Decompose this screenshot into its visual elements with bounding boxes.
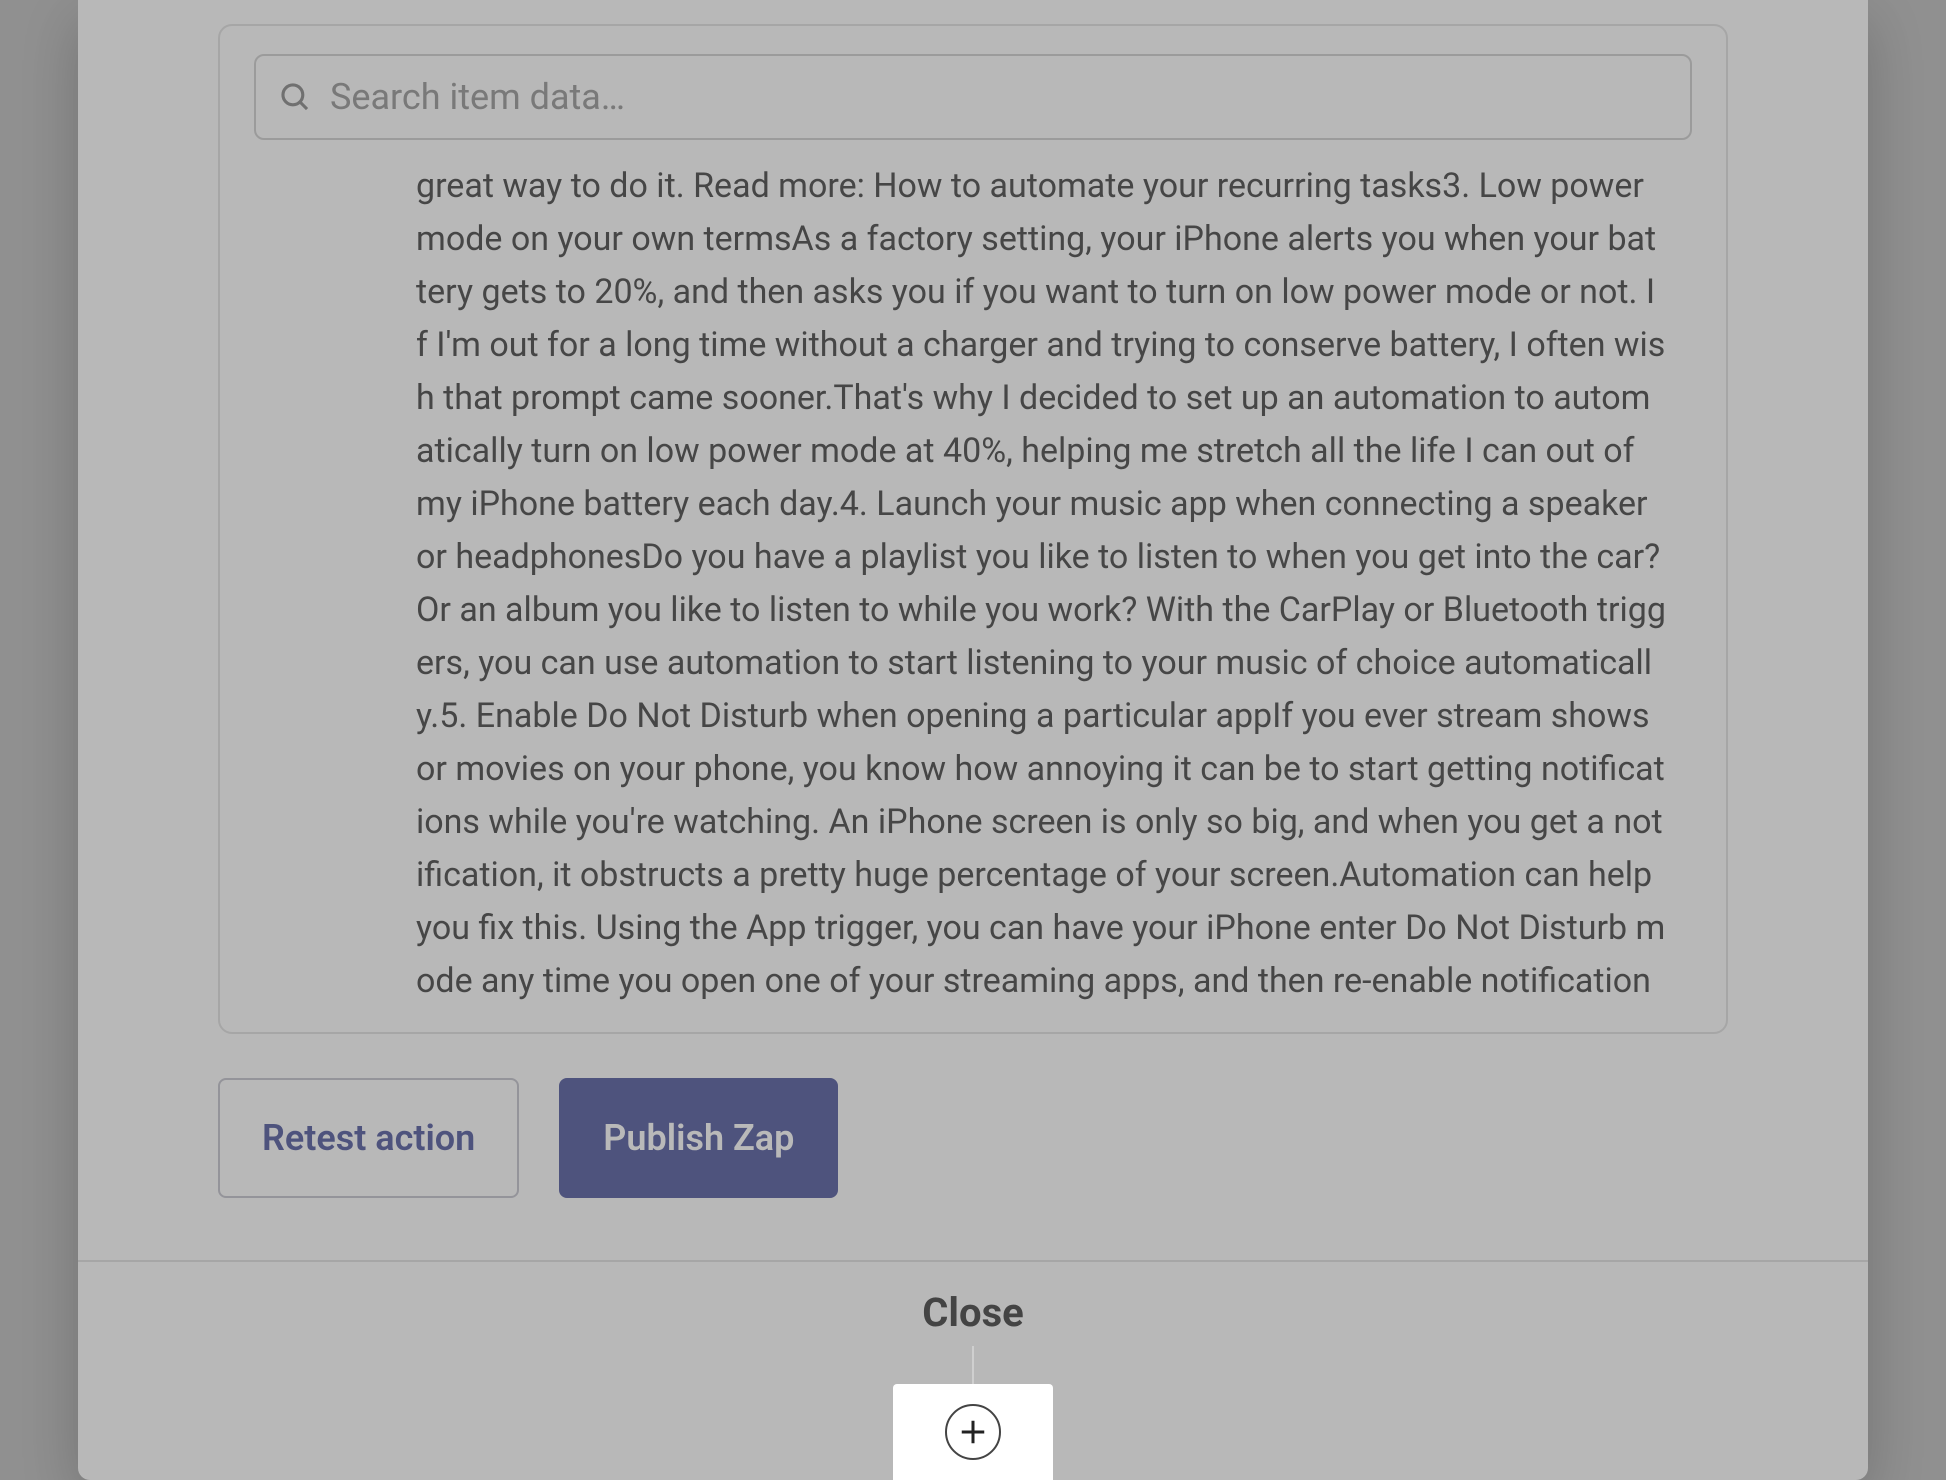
plus-icon	[945, 1404, 1001, 1460]
modal-overlay[interactable]	[0, 0, 1946, 1480]
add-step-button[interactable]	[893, 1384, 1053, 1480]
step-connector	[972, 1346, 974, 1384]
